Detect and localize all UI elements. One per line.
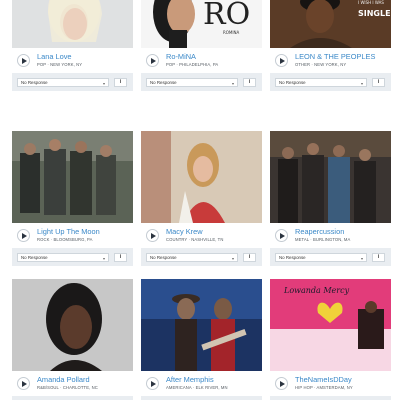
artist-meta: AMERICANA · ELK RIVER, MN xyxy=(166,385,228,390)
response-value: No Response xyxy=(150,255,177,260)
artist-card: Amanda Pollard R&B/SOUL · CHARLOTTE, NC xyxy=(12,279,133,400)
response-value: No Response xyxy=(150,80,177,85)
play-button[interactable] xyxy=(17,54,30,67)
artist-image[interactable] xyxy=(270,131,391,223)
play-button[interactable] xyxy=(146,229,159,242)
artist-info: LEON & THE PEOPLES OTHER · NEW YORK, NY xyxy=(270,48,391,73)
play-button[interactable] xyxy=(146,377,159,390)
chevron-down-icon: ▾ xyxy=(231,256,234,261)
response-value: No Response xyxy=(21,255,48,260)
artist-name[interactable]: TheNameIsDDay xyxy=(295,375,352,384)
artist-image[interactable] xyxy=(12,279,133,371)
artist-image[interactable]: RO ROMINA xyxy=(141,0,262,48)
artist-name[interactable]: After Memphis xyxy=(166,375,214,384)
artist-meta: ROCK · BLOOMSBURG, PA xyxy=(37,237,93,242)
artist-info: Light Up The Moon ROCK · BLOOMSBURG, PA xyxy=(12,223,133,248)
artist-meta: R&B/SOUL · CHARLOTTE, NC xyxy=(37,385,98,390)
info-button[interactable]: i xyxy=(243,253,256,262)
info-button[interactable]: i xyxy=(243,78,256,87)
artist-info: TheNameIsDDay HIP HOP · AMSTERDAM, NY xyxy=(270,371,391,396)
response-select[interactable]: No Response ▾ xyxy=(275,78,367,87)
response-value: No Response xyxy=(279,255,306,260)
chevron-down-icon: ▾ xyxy=(102,256,105,261)
response-bar: No Response ▾ i xyxy=(12,73,133,91)
art-text: I WISH I WAS xyxy=(358,0,384,5)
play-button[interactable] xyxy=(17,377,30,390)
chevron-down-icon: ▾ xyxy=(231,81,234,86)
play-icon xyxy=(22,58,27,64)
artist-name[interactable]: Reapercussion xyxy=(295,227,344,236)
artist-name[interactable]: LEON & THE PEOPLES xyxy=(295,52,375,61)
info-button[interactable]: i xyxy=(114,78,127,87)
response-bar: No Response ▾ i xyxy=(141,248,262,266)
artist-name[interactable]: Light Up The Moon xyxy=(37,227,100,236)
response-bar: No Response ▾ i xyxy=(12,248,133,266)
artist-meta: METAL · BURLINGTON, MA xyxy=(295,237,351,242)
play-icon xyxy=(151,58,156,64)
artist-name[interactable]: Amanda Pollard xyxy=(37,375,90,384)
chevron-down-icon: ▾ xyxy=(360,256,363,261)
artist-image[interactable]: Lowanda Mercy xyxy=(270,279,391,371)
artist-meta: OTHER · NEW YORK, NY xyxy=(295,62,347,67)
chevron-down-icon: ▾ xyxy=(360,81,363,86)
artist-name[interactable]: Ro-MiNA xyxy=(166,52,196,61)
response-select[interactable]: No Response ▾ xyxy=(17,253,109,262)
info-button[interactable]: i xyxy=(372,78,385,87)
response-value: No Response xyxy=(279,80,306,85)
artist-card: Lowanda Mercy TheNameIsDDay HIP HOP · AM… xyxy=(270,279,391,400)
response-select[interactable]: No Response ▾ xyxy=(146,253,238,262)
play-icon xyxy=(280,381,285,387)
response-select[interactable]: No Response ▾ xyxy=(17,78,109,87)
artist-info: After Memphis AMERICANA · ELK RIVER, MN xyxy=(141,371,262,396)
artist-info: Macy Krew COUNTRY · NASHVILLE, TN xyxy=(141,223,262,248)
play-icon xyxy=(280,58,285,64)
artist-card: After Memphis AMERICANA · ELK RIVER, MN xyxy=(141,279,262,400)
artist-meta: HIP HOP · AMSTERDAM, NY xyxy=(295,385,353,390)
artist-info: Ro-MiNA POP · PHILADELPHIA, PA xyxy=(141,48,262,73)
play-button[interactable] xyxy=(17,229,30,242)
art-text: SINGLE xyxy=(358,9,391,18)
artist-image[interactable] xyxy=(141,131,262,223)
artist-meta: COUNTRY · NASHVILLE, TN xyxy=(166,237,224,242)
artist-info: Amanda Pollard R&B/SOUL · CHARLOTTE, NC xyxy=(12,371,133,396)
artist-info: Lana Love POP · NEW YORK, NY xyxy=(12,48,133,73)
artist-meta: POP · PHILADELPHIA, PA xyxy=(166,62,219,67)
artist-image[interactable] xyxy=(12,0,133,48)
info-button[interactable]: i xyxy=(114,253,127,262)
artist-image[interactable] xyxy=(12,131,133,223)
response-select[interactable]: No Response ▾ xyxy=(146,78,238,87)
artist-image[interactable]: I WISH I WAS SINGLE xyxy=(270,0,391,48)
play-icon xyxy=(280,233,285,239)
play-icon xyxy=(22,381,27,387)
response-value: No Response xyxy=(21,80,48,85)
chevron-down-icon: ▾ xyxy=(102,81,105,86)
art-text: Lowanda Mercy xyxy=(283,286,350,295)
artist-info: Reapercussion METAL · BURLINGTON, MA xyxy=(270,223,391,248)
artist-image[interactable] xyxy=(141,279,262,371)
info-button[interactable]: i xyxy=(372,253,385,262)
response-select[interactable]: No Response ▾ xyxy=(275,253,367,262)
play-button[interactable] xyxy=(275,377,288,390)
response-bar: No Response ▾ i xyxy=(270,73,391,91)
play-icon xyxy=(151,233,156,239)
artist-name[interactable]: Lana Love xyxy=(37,52,72,61)
play-icon xyxy=(151,381,156,387)
romina-logo: RO xyxy=(203,0,250,32)
response-bar: No Response ▾ i xyxy=(270,248,391,266)
play-button[interactable] xyxy=(275,229,288,242)
play-button[interactable] xyxy=(275,54,288,67)
romina-sub: ROMINA xyxy=(223,30,240,35)
play-button[interactable] xyxy=(146,54,159,67)
play-icon xyxy=(22,233,27,239)
artist-meta: POP · NEW YORK, NY xyxy=(37,62,83,67)
response-bar: No Response ▾ i xyxy=(141,73,262,91)
artist-name[interactable]: Macy Krew xyxy=(166,227,203,236)
